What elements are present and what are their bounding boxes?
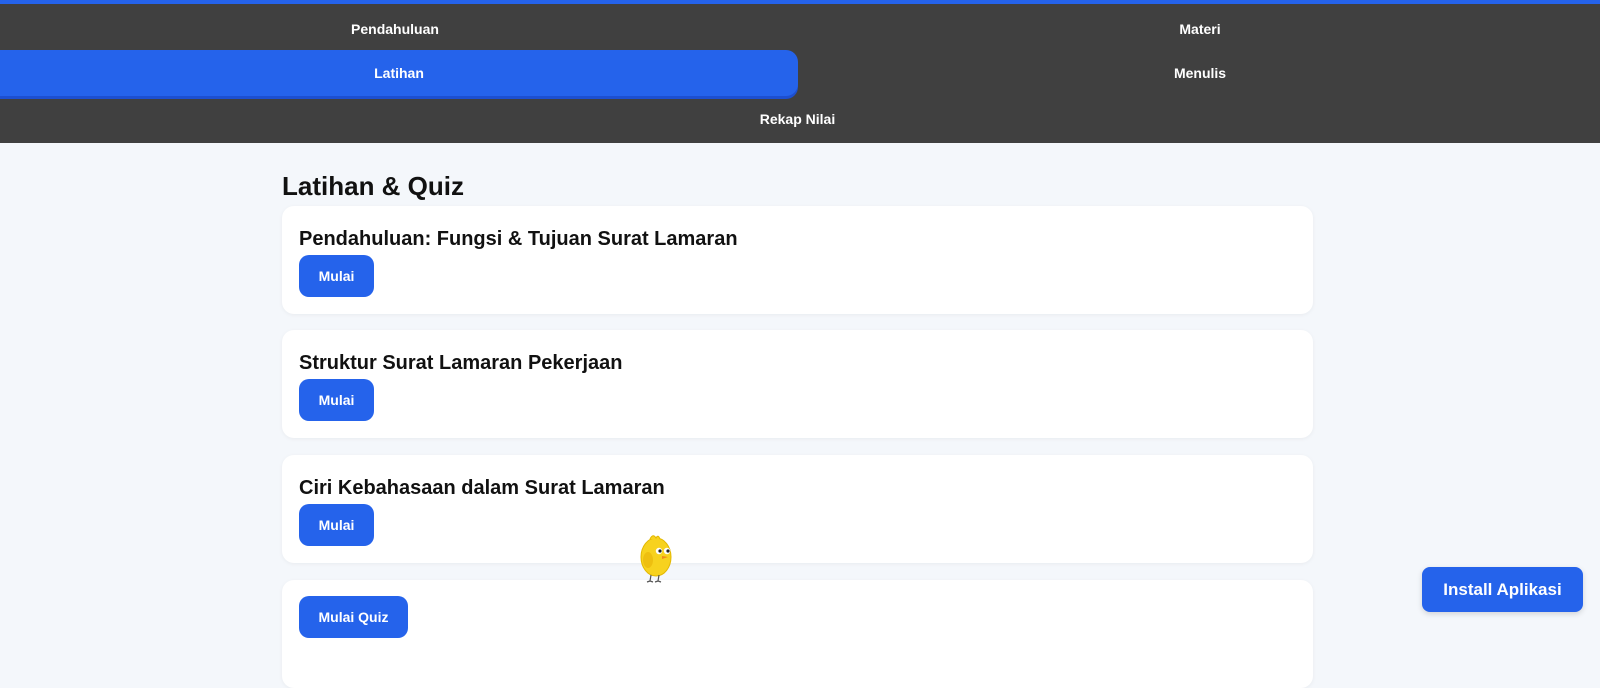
- nav-tab-latihan[interactable]: Latihan: [0, 50, 798, 96]
- nav-tab-menulis[interactable]: Menulis: [800, 50, 1600, 96]
- install-app-button[interactable]: Install Aplikasi: [1422, 567, 1583, 612]
- main-content: Latihan & Quiz Pendahuluan: Fungsi & Tuj…: [282, 143, 1313, 688]
- exercise-card: Pendahuluan: Fungsi & Tujuan Surat Lamar…: [282, 206, 1313, 314]
- exercise-card-title: Ciri Kebahasaan dalam Surat Lamaran: [299, 477, 665, 499]
- exercise-card: Struktur Surat Lamaran Pekerjaan Mulai: [282, 330, 1313, 438]
- start-quiz-button[interactable]: Mulai Quiz: [299, 596, 408, 638]
- chick-mascot-icon[interactable]: [636, 530, 676, 584]
- exercise-card: Ciri Kebahasaan dalam Surat Lamaran Mula…: [282, 455, 1313, 563]
- start-exercise-button[interactable]: Mulai: [299, 504, 374, 546]
- nav-tab-pendahuluan[interactable]: Pendahuluan: [0, 6, 790, 52]
- main-navigation: Pendahuluan Materi Latihan Menulis Rekap…: [0, 4, 1600, 143]
- start-exercise-button[interactable]: Mulai: [299, 379, 374, 421]
- exercise-card-title: Struktur Surat Lamaran Pekerjaan: [299, 352, 623, 374]
- quiz-card: Mulai Quiz: [282, 580, 1313, 688]
- page-title: Latihan & Quiz: [282, 171, 464, 201]
- nav-tab-materi[interactable]: Materi: [800, 6, 1600, 52]
- nav-tab-rekap-nilai[interactable]: Rekap Nilai: [0, 96, 1595, 142]
- start-exercise-button[interactable]: Mulai: [299, 255, 374, 297]
- exercise-card-title: Pendahuluan: Fungsi & Tujuan Surat Lamar…: [299, 228, 738, 250]
